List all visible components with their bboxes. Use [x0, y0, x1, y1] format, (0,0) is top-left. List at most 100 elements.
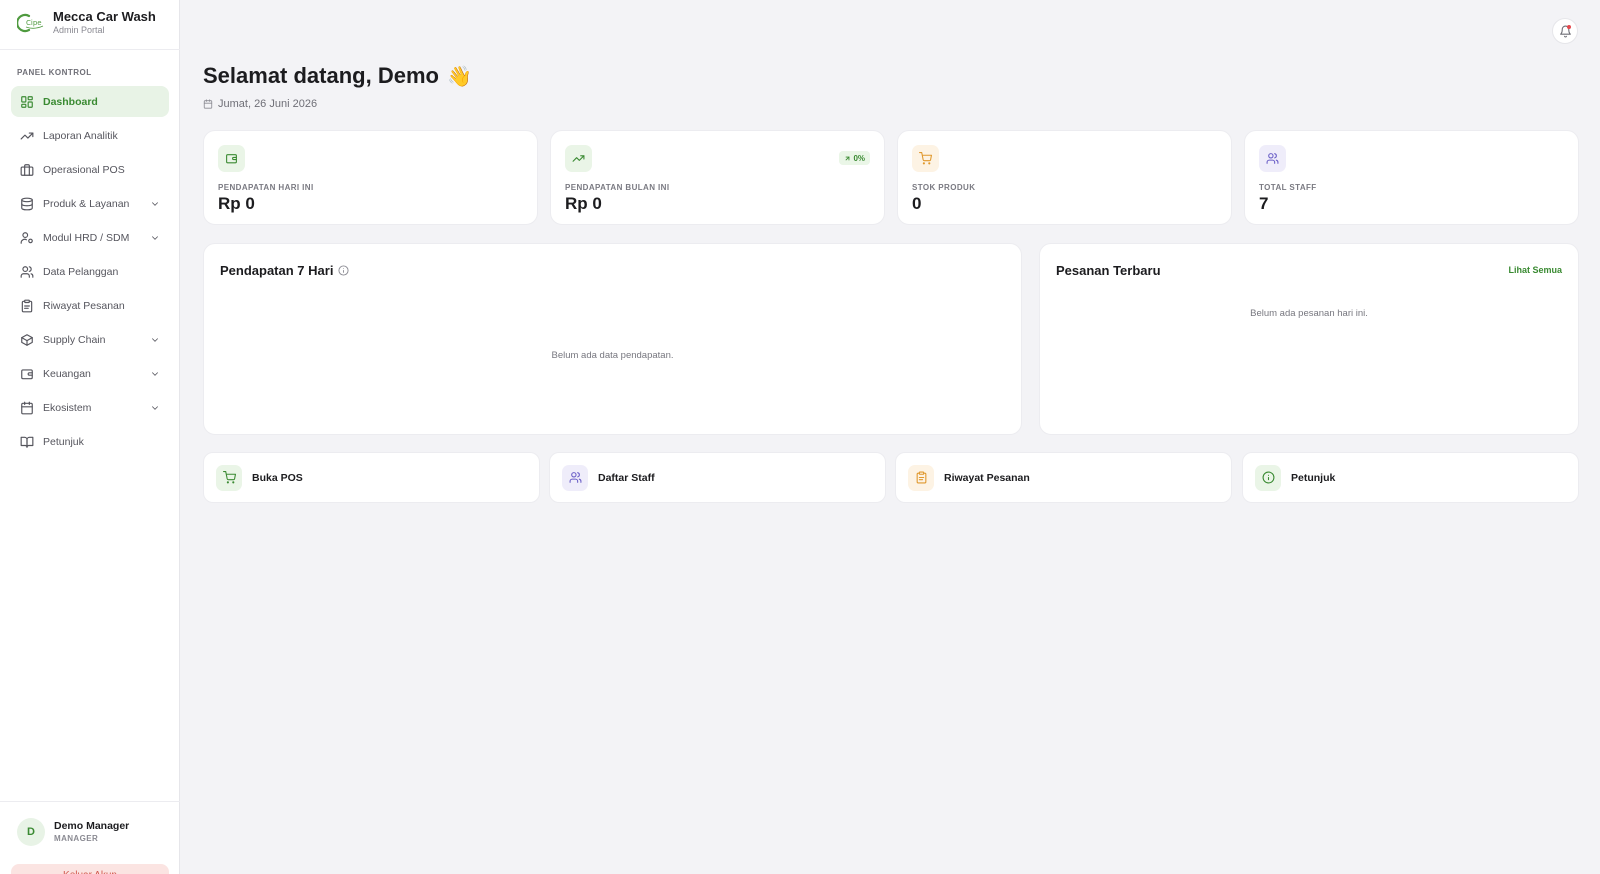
notification-dot — [1567, 25, 1571, 29]
see-all-link[interactable]: Lihat Semua — [1508, 265, 1562, 275]
arrow-up-right-icon — [846, 156, 850, 160]
briefcase-icon — [20, 163, 34, 176]
chevron-down-icon[interactable] — [150, 199, 160, 209]
chevron-down-icon[interactable] — [150, 369, 160, 379]
stat-icon-wrap — [1259, 145, 1286, 172]
trending-up-icon — [20, 132, 34, 139]
user-role: MANAGER — [54, 833, 99, 843]
page-title: Selamat datang, Demo 👋 — [203, 63, 472, 89]
stat-card-total-staff: TOTAL STAFF 7 — [1244, 130, 1579, 225]
quick-link-label: Buka POS — [252, 471, 303, 484]
quick-link-label: Riwayat Pesanan — [944, 471, 1030, 484]
revenue-7-days-panel: Pendapatan 7 Hari Belum ada data pendapa… — [203, 243, 1022, 435]
empty-state: Belum ada pesanan hari ini. — [1250, 308, 1368, 319]
sidebar-item-label: Riwayat Pesanan — [43, 299, 125, 312]
stat-value: Rp 0 — [218, 194, 255, 213]
stat-card-revenue-month: 0% PENDAPATAN BULAN INI Rp 0 — [550, 130, 885, 225]
empty-state: Belum ada data pendapatan. — [551, 350, 674, 361]
info-icon — [1262, 471, 1274, 484]
wave-emoji: 👋 — [446, 65, 472, 88]
chevron-down-icon[interactable] — [150, 233, 160, 243]
sidebar-item-operasional-pos[interactable]: Operasional POS — [11, 154, 169, 185]
sidebar-nav: Dashboard Laporan Analitik Operasional P… — [11, 86, 169, 460]
stat-icon-wrap — [912, 145, 939, 172]
sidebar-item-label: Operasional POS — [43, 163, 125, 176]
panel-title: Pendapatan 7 Hari — [220, 263, 349, 278]
sidebar-item-keuangan[interactable]: Keuangan — [11, 358, 169, 389]
panel-title-text: Pesanan Terbaru — [1056, 263, 1161, 278]
quick-link-guide[interactable]: Petunjuk — [1242, 452, 1579, 503]
sidebar-item-produk-layanan[interactable]: Produk & Layanan — [11, 188, 169, 219]
database-icon — [21, 197, 33, 210]
divider — [0, 49, 180, 50]
brand-title: Mecca Car Wash — [53, 9, 156, 24]
stat-icon-wrap — [565, 145, 592, 172]
dashboard-grid-icon — [21, 95, 33, 108]
panel-title-text: Pendapatan 7 Hari — [220, 263, 334, 278]
quick-icon-wrap — [216, 464, 242, 491]
sidebar-item-modul-hrd[interactable]: Modul HRD / SDM — [11, 222, 169, 253]
sidebar-item-supply-chain[interactable]: Supply Chain — [11, 324, 169, 355]
sidebar-item-label: Dashboard — [43, 95, 98, 108]
notification-button[interactable] — [1552, 18, 1578, 44]
greeting-text: Selamat datang, Demo — [203, 63, 439, 88]
sidebar-item-ekosistem[interactable]: Ekosistem — [11, 392, 169, 423]
users-icon — [569, 472, 581, 483]
info-icon[interactable] — [338, 265, 349, 276]
stat-card-product-stock: STOK PRODUK 0 — [897, 130, 1232, 225]
quick-icon-wrap — [908, 464, 934, 491]
sidebar-item-data-pelanggan[interactable]: Data Pelanggan — [11, 256, 169, 287]
user-profile[interactable]: D Demo Manager MANAGER — [17, 818, 129, 846]
trend-badge: 0% — [839, 151, 870, 165]
box-icon — [21, 333, 33, 346]
current-date: Jumat, 26 Juni 2026 — [218, 98, 318, 110]
trend-value: 0% — [853, 153, 865, 163]
brand-subtitle: Admin Portal — [53, 25, 105, 35]
stat-label: STOK PRODUK — [912, 183, 976, 192]
sidebar-item-label: Petunjuk — [43, 435, 84, 448]
sidebar-section-label: PANEL KONTROL — [17, 68, 92, 77]
logout-button[interactable]: Keluar Akun — [11, 864, 169, 874]
wallet-icon — [21, 368, 33, 379]
calendar-icon — [21, 401, 33, 414]
divider — [0, 801, 180, 802]
chevron-down-icon[interactable] — [150, 335, 160, 345]
quick-link-open-pos[interactable]: Buka POS — [203, 452, 540, 503]
sidebar-item-label: Modul HRD / SDM — [43, 231, 130, 244]
cart-icon — [919, 152, 932, 165]
quick-icon-wrap — [1255, 464, 1281, 491]
calendar-icon — [203, 99, 213, 109]
trending-up-icon — [572, 155, 585, 162]
stat-label: PENDAPATAN HARI INI — [218, 183, 314, 192]
clipboard-icon — [916, 471, 926, 484]
stat-label: TOTAL STAFF — [1259, 183, 1317, 192]
avatar: D — [17, 818, 45, 846]
brand[interactable]: Cipe Mecca Car Wash Admin Portal — [17, 10, 156, 36]
stat-value: 7 — [1259, 194, 1269, 213]
sidebar-item-laporan-analitik[interactable]: Laporan Analitik — [11, 120, 169, 151]
sidebar-item-label: Keuangan — [43, 367, 91, 380]
user-cog-icon — [20, 231, 33, 244]
user-name: Demo Manager — [54, 819, 130, 832]
sidebar-item-label: Data Pelanggan — [43, 265, 119, 278]
wallet-icon — [226, 154, 237, 164]
sidebar-item-label: Laporan Analitik — [43, 129, 118, 142]
brand-logo-icon: Cipe — [17, 13, 44, 33]
svg-text:Cipe: Cipe — [26, 19, 42, 27]
stat-card-revenue-today: PENDAPATAN HARI INI Rp 0 — [203, 130, 538, 225]
quick-link-order-history[interactable]: Riwayat Pesanan — [895, 452, 1232, 503]
date-row: Jumat, 26 Juni 2026 — [203, 98, 317, 110]
users-icon — [20, 265, 34, 278]
sidebar-item-label: Ekosistem — [43, 401, 92, 414]
sidebar-item-petunjuk[interactable]: Petunjuk — [11, 426, 169, 457]
panel-title: Pesanan Terbaru — [1056, 263, 1161, 278]
quick-link-label: Daftar Staff — [598, 471, 655, 484]
quick-link-label: Petunjuk — [1291, 471, 1336, 484]
users-icon — [1266, 153, 1279, 164]
quick-link-staff-list[interactable]: Daftar Staff — [549, 452, 886, 503]
stat-label: PENDAPATAN BULAN INI — [565, 183, 670, 192]
chevron-down-icon[interactable] — [150, 403, 160, 413]
sidebar-item-label: Supply Chain — [43, 333, 106, 346]
sidebar-item-riwayat-pesanan[interactable]: Riwayat Pesanan — [11, 290, 169, 321]
sidebar-item-dashboard[interactable]: Dashboard — [11, 86, 169, 117]
